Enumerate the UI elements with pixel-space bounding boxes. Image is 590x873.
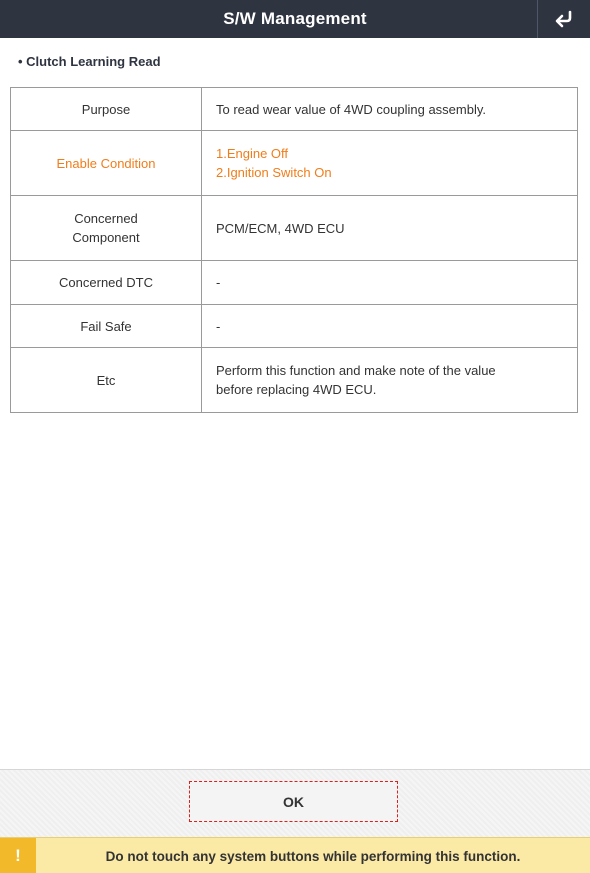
row-value: -: [201, 260, 578, 305]
table-row-concerned-dtc: Concerned DTC -: [10, 260, 578, 305]
table-row-etc: Etc Perform this function and make note …: [10, 347, 578, 413]
row-label: Enable Condition: [10, 130, 202, 196]
value-line: Perform this function and make note of t…: [216, 363, 496, 378]
info-table: Purpose To read wear value of 4WD coupli…: [10, 87, 578, 413]
title-bar: S/W Management: [0, 0, 590, 38]
section-label: • Clutch Learning Read: [18, 54, 161, 69]
return-arrow-icon: [555, 10, 572, 28]
row-value: To read wear value of 4WD coupling assem…: [201, 87, 578, 131]
table-row-purpose: Purpose To read wear value of 4WD coupli…: [10, 87, 578, 131]
value-line: 2.Ignition Switch On: [216, 165, 332, 180]
button-bar: OK: [0, 769, 590, 837]
table-row-concerned-component: Concerned Component PCM/ECM, 4WD ECU: [10, 195, 578, 261]
page-title: S/W Management: [223, 9, 367, 28]
row-value: 1.Engine Off 2.Ignition Switch On: [201, 130, 578, 196]
warning-banner: ! Do not touch any system buttons while …: [0, 837, 590, 873]
row-label: Purpose: [10, 87, 202, 131]
ok-button[interactable]: OK: [189, 781, 398, 822]
warning-text: Do not touch any system buttons while pe…: [105, 848, 521, 864]
back-button[interactable]: [537, 0, 590, 38]
label-line: Component: [72, 230, 140, 245]
value-line: 1.Engine Off: [216, 146, 289, 161]
warning-icon: !: [0, 838, 36, 873]
row-value: -: [201, 304, 578, 348]
table-row-fail-safe: Fail Safe -: [10, 304, 578, 348]
row-label: Concerned DTC: [10, 260, 202, 305]
sw-management-screen: S/W Management • Clutch Learning Read Pu…: [0, 0, 590, 873]
row-label: Concerned Component: [10, 195, 202, 261]
row-value: PCM/ECM, 4WD ECU: [201, 195, 578, 261]
table-row-enable-condition: Enable Condition 1.Engine Off 2.Ignition…: [10, 130, 578, 196]
label-line: Concerned: [74, 211, 138, 226]
row-label: Etc: [10, 347, 202, 413]
row-label: Fail Safe: [10, 304, 202, 348]
row-value: Perform this function and make note of t…: [201, 347, 578, 413]
value-line: before replacing 4WD ECU.: [216, 382, 377, 397]
